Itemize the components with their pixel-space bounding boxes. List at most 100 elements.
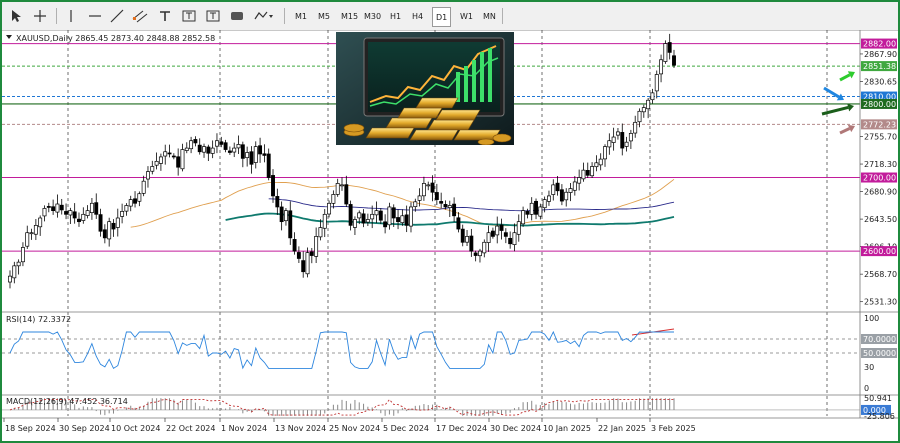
timeframe-m5[interactable]: M5	[315, 7, 333, 25]
candle-body	[314, 236, 319, 257]
candle-body	[154, 160, 159, 166]
rsi-indicator	[2, 330, 860, 370]
arrow-shaft	[823, 86, 840, 99]
candle-body	[266, 153, 271, 178]
time-label: 3 Feb 2025	[651, 424, 696, 433]
timeframe-m30[interactable]: M30	[361, 7, 384, 25]
candle-body	[378, 210, 383, 221]
shapes-icon[interactable]	[230, 7, 244, 25]
crosshair-icon[interactable]	[32, 7, 48, 25]
timeframe-d1[interactable]: D1	[432, 7, 452, 27]
timeframe-h4[interactable]: H4	[409, 7, 426, 25]
candle-body	[271, 175, 275, 197]
level-arrow-icon	[839, 124, 855, 135]
candle-body	[275, 196, 280, 208]
horizontal-line-icon[interactable]	[88, 7, 102, 25]
timeframe-h1[interactable]: H1	[387, 7, 404, 25]
candle-body	[33, 225, 38, 235]
candle-body	[516, 221, 521, 235]
candle-body	[365, 219, 370, 223]
candle-body	[51, 206, 56, 211]
candle-body	[577, 177, 582, 184]
timeframe-w1[interactable]: W1	[457, 7, 476, 25]
label-frame-icon[interactable]	[206, 7, 220, 25]
price-axis: 2867.90 2830.65 2755.70 2718.30 2680.90 2643.…	[860, 38, 897, 421]
macd-indicator	[2, 398, 860, 416]
candle-body	[236, 144, 241, 149]
rsi-axis-label: 50.0000	[863, 349, 896, 358]
candle-body	[456, 217, 461, 230]
rsi-axis-label: 70.0000	[863, 335, 896, 344]
candle-body	[344, 184, 349, 205]
candle-body	[283, 210, 288, 222]
candle-body	[180, 149, 185, 170]
candle-body	[176, 156, 181, 168]
candle-body	[120, 211, 125, 217]
cursor-icon[interactable]	[8, 7, 24, 25]
candle-body	[659, 59, 664, 75]
vertical-line-icon[interactable]	[64, 7, 78, 25]
text-icon[interactable]	[158, 7, 172, 25]
price-tag-label: 2851.38	[863, 62, 896, 71]
candle-body	[141, 180, 146, 194]
label-icon[interactable]	[182, 7, 196, 25]
candle-body	[572, 181, 577, 191]
channel-icon[interactable]	[132, 7, 148, 25]
candle-body	[318, 227, 323, 238]
candle-body	[637, 110, 642, 123]
price-label: 2680.90	[864, 188, 897, 197]
timeframe-mn[interactable]: MN	[480, 7, 499, 25]
price-tag-label: 2882.00	[863, 40, 896, 49]
price-label: 2755.70	[864, 133, 897, 142]
candle-body	[404, 214, 409, 226]
arrow-shaft	[821, 106, 849, 116]
candle-body	[409, 206, 413, 227]
candle-body	[309, 251, 314, 256]
candle-body	[667, 42, 672, 53]
price-label: 2643.50	[864, 215, 897, 224]
candle-body	[335, 183, 340, 195]
candle-body	[202, 146, 206, 153]
collapse-icon[interactable]	[6, 35, 12, 39]
candle-body	[16, 261, 21, 267]
candle-body	[620, 132, 625, 149]
candle-body	[68, 210, 73, 216]
price-tag-label: 2772.23	[863, 120, 896, 129]
candle-body	[624, 141, 629, 147]
time-label: 5 Dec 2024	[383, 424, 429, 433]
candle-body	[262, 153, 267, 156]
candle-body	[564, 191, 569, 201]
candle-body	[417, 195, 422, 201]
arrow-head	[847, 103, 854, 112]
candle-body	[89, 202, 94, 213]
candle-body	[508, 237, 513, 245]
timeframe-m1[interactable]: M1	[292, 7, 310, 25]
candle-body	[672, 55, 676, 66]
candle-body	[331, 194, 336, 204]
candle-body	[240, 144, 245, 159]
candle-body	[20, 247, 25, 263]
trendline-icon[interactable]	[110, 7, 124, 25]
timeframe-m15[interactable]: M15	[338, 7, 361, 25]
candle-body	[551, 184, 556, 195]
candle-body	[81, 213, 86, 221]
candle-body	[158, 156, 163, 164]
candle-body	[25, 232, 30, 247]
candle-body	[434, 192, 439, 200]
candle-body	[94, 202, 99, 215]
arrow-shaft	[839, 73, 851, 82]
candle-body	[258, 145, 263, 155]
candle-body	[426, 184, 431, 187]
candle-body	[478, 250, 482, 257]
candle-body	[171, 155, 176, 158]
more-tools-icon[interactable]	[254, 7, 274, 25]
candle-body	[210, 147, 215, 154]
candle-body	[391, 207, 396, 219]
candle-body	[167, 152, 172, 155]
time-label: 25 Nov 2024	[329, 424, 380, 433]
candle-body	[124, 205, 129, 212]
candle-body	[559, 189, 564, 202]
candle-body	[137, 193, 142, 202]
candle-body	[430, 182, 435, 193]
candle-body	[12, 265, 17, 279]
